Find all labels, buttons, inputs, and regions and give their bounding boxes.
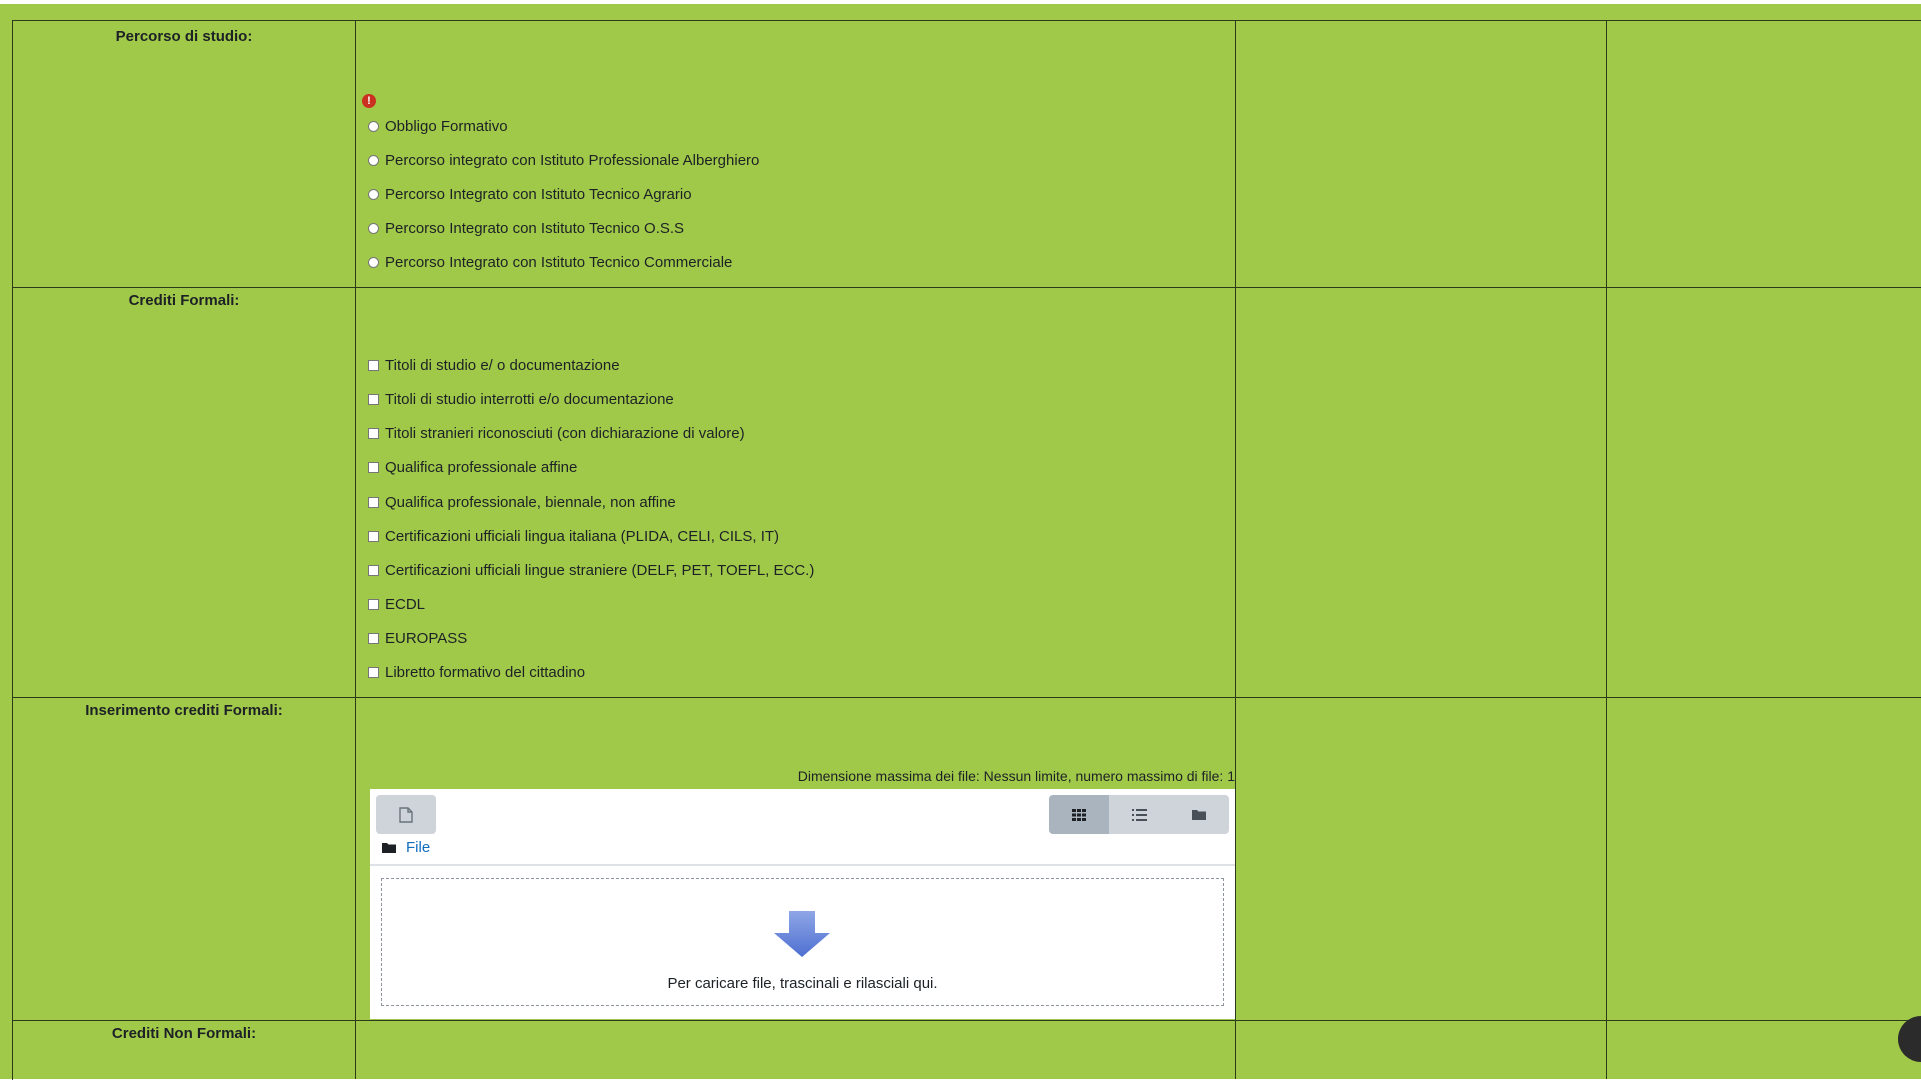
row-divider (12, 1020, 1921, 1021)
checkbox-option[interactable]: ECDL (368, 596, 425, 613)
checkbox[interactable] (368, 360, 379, 371)
grid-view-icon (1072, 808, 1086, 821)
checkbox[interactable] (368, 394, 379, 405)
radio-option[interactable]: Obbligo Formativo (368, 118, 508, 135)
crediti-formali-label: Crediti Formali: (128, 292, 240, 309)
column-divider (1606, 20, 1607, 1079)
form-page: Percorso di studio: ! Obbligo Formativo … (0, 0, 1921, 1080)
file-limit-text: Dimensione massima dei file: Nessun limi… (797, 768, 1235, 784)
drop-zone[interactable]: Per caricare file, trascinali e rilascia… (381, 878, 1224, 1006)
breadcrumb-file-link[interactable]: File (406, 839, 430, 856)
checkbox-option[interactable]: Titoli di studio e/ o documentazione (368, 357, 620, 374)
crediti-non-formali-label: Crediti Non Formali: (111, 1025, 257, 1042)
checkbox[interactable] (368, 462, 379, 473)
radio-button[interactable] (368, 223, 379, 234)
checkbox[interactable] (368, 667, 379, 678)
checkbox-option[interactable]: Qualifica professionale, biennale, non a… (368, 494, 676, 511)
inserimento-label: Inserimento crediti Formali: (85, 702, 283, 719)
drop-zone-text: Per caricare file, trascinali e rilascia… (667, 975, 938, 992)
list-view-button[interactable] (1109, 795, 1169, 834)
file-manager: File Per caricare file, trascinali e ril… (370, 789, 1235, 1019)
radio-button[interactable] (368, 155, 379, 166)
add-file-button[interactable] (376, 795, 436, 834)
checkbox-option[interactable]: Titoli di studio interrotti e/o document… (368, 391, 674, 408)
radio-button[interactable] (368, 121, 379, 132)
checkbox-option[interactable]: Certificazioni ufficiali lingue stranier… (368, 562, 814, 579)
checkbox-option[interactable]: Titoli stranieri riconosciuti (con dichi… (368, 425, 745, 442)
radio-option[interactable]: Percorso Integrato con Istituto Tecnico … (368, 254, 732, 271)
checkbox[interactable] (368, 531, 379, 542)
breadcrumb: File (382, 839, 430, 856)
row-divider (12, 287, 1921, 288)
column-divider (355, 20, 356, 1079)
folder-view-icon (1192, 810, 1206, 820)
checkbox[interactable] (368, 428, 379, 439)
percorso-label: Percorso di studio: (115, 28, 253, 45)
column-divider (1235, 20, 1236, 1079)
folder-view-button[interactable] (1169, 795, 1229, 834)
download-arrow-icon (774, 911, 830, 957)
checkbox[interactable] (368, 633, 379, 644)
checkbox-option[interactable]: EUROPASS (368, 630, 467, 647)
checkbox-option[interactable]: Qualifica professionale affine (368, 459, 577, 476)
radio-option[interactable]: Percorso Integrato con Istituto Tecnico … (368, 186, 692, 203)
folder-icon (382, 843, 396, 853)
radio-button[interactable] (368, 189, 379, 200)
checkbox[interactable] (368, 497, 379, 508)
checkbox-option[interactable]: Certificazioni ufficiali lingua italiana… (368, 528, 779, 545)
radio-option[interactable]: Percorso integrato con Istituto Professi… (368, 152, 759, 169)
checkbox[interactable] (368, 599, 379, 610)
exclamation-circle-icon: ! (362, 94, 376, 108)
list-view-icon (1131, 808, 1147, 821)
view-switcher (1049, 795, 1229, 834)
file-icon (399, 806, 413, 823)
grid-view-button[interactable] (1049, 795, 1109, 834)
file-manager-divider (370, 864, 1235, 866)
checkbox-option[interactable]: Libretto formativo del cittadino (368, 664, 585, 681)
radio-button[interactable] (368, 257, 379, 268)
checkbox[interactable] (368, 565, 379, 576)
row-divider (12, 697, 1921, 698)
radio-option[interactable]: Percorso Integrato con Istituto Tecnico … (368, 220, 684, 237)
top-strip (0, 0, 1921, 4)
